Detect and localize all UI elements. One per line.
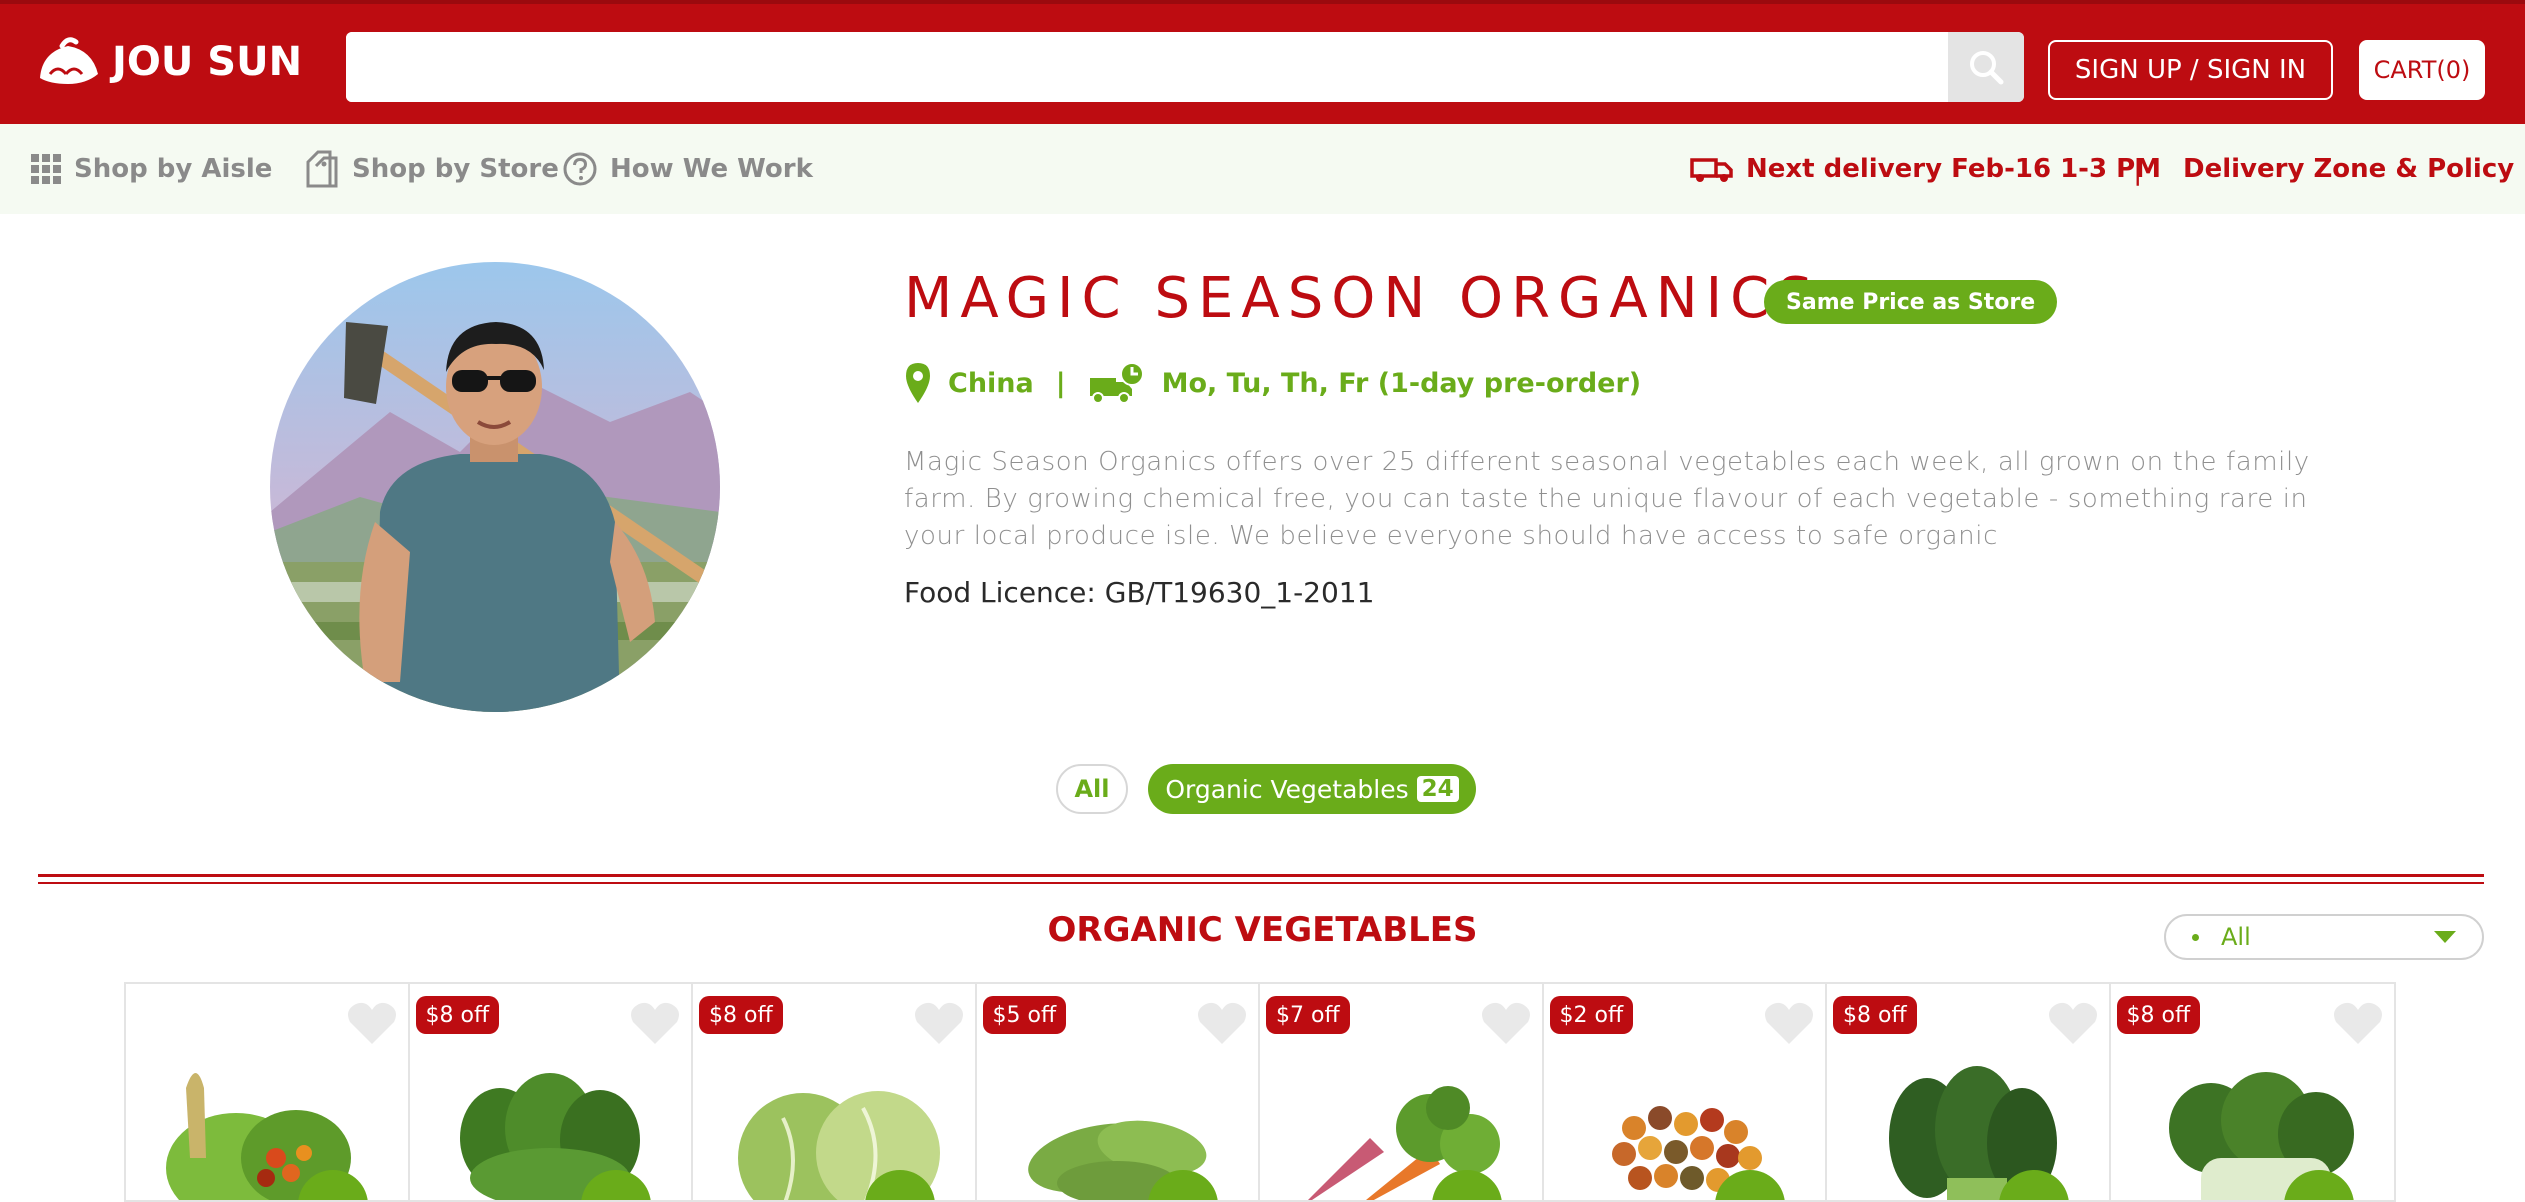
discount-badge: $8 off xyxy=(415,996,500,1034)
product-grid: $8 off $8 off $5 off $7 off $2 off $8 of… xyxy=(124,982,2396,1202)
heart-icon[interactable] xyxy=(2047,1000,2099,1046)
search-input[interactable] xyxy=(346,32,1950,102)
discount-badge: $8 off xyxy=(1833,996,1917,1034)
store-title: MAGIC SEASON ORGANICS xyxy=(904,266,1821,331)
store-location: China xyxy=(948,367,1034,399)
delivery-zone-link[interactable]: Delivery Zone & Policy xyxy=(2183,124,2514,214)
heart-icon[interactable] xyxy=(913,1000,965,1046)
delivery-truck-icon xyxy=(1690,158,1733,182)
sign-in-button[interactable]: SIGN UP / SIGN IN xyxy=(2048,40,2333,100)
top-header: JOU SUN SIGN UP / SIGN IN CART(0) xyxy=(0,0,2525,124)
nav-label: Shop by Store xyxy=(352,154,559,184)
product-card[interactable]: $5 off xyxy=(976,984,1260,1200)
sort-value: All xyxy=(2221,923,2251,951)
cart-button[interactable]: CART(0) xyxy=(2359,40,2485,100)
next-delivery-info: Next delivery Feb-16 1-3 PM xyxy=(1690,124,2161,214)
meta-separator: | xyxy=(1055,367,1066,399)
nav-shop-by-store[interactable]: Shop by Store xyxy=(304,124,559,214)
chip-count-badge: 24 xyxy=(1416,776,1459,802)
farmer-portrait-image xyxy=(270,262,720,712)
heart-icon[interactable] xyxy=(1196,1000,1248,1046)
discount-badge: $5 off xyxy=(982,996,1067,1034)
dumpling-logo-icon xyxy=(40,37,98,84)
same-price-badge: Same Price as Store xyxy=(1764,280,2058,324)
sort-dropdown[interactable]: All xyxy=(2164,914,2484,960)
grid-icon xyxy=(31,154,61,184)
product-card[interactable]: $8 off xyxy=(2110,984,2394,1200)
section-divider xyxy=(38,882,2484,884)
food-licence: Food Licence: GB/T19630_1-2011 xyxy=(904,576,1375,609)
heart-icon[interactable] xyxy=(1480,1000,1532,1046)
store-meta: China | Mo, Tu, Th, Fr (1-day pre-order) xyxy=(904,356,1641,410)
product-card[interactable]: $8 off xyxy=(1827,984,2111,1200)
brand-name: JOU SUN xyxy=(112,39,303,85)
product-card[interactable] xyxy=(126,984,410,1200)
delivery-text: Next delivery Feb-16 1-3 PM xyxy=(1746,154,2162,184)
nav-shop-by-aisle[interactable]: Shop by Aisle xyxy=(30,124,272,214)
discount-badge: $8 off xyxy=(699,996,783,1034)
product-card[interactable]: $8 off xyxy=(693,984,977,1200)
nav-separator: | xyxy=(2133,152,2143,186)
filter-organic-vegetables-chip[interactable]: Organic Vegetables 24 xyxy=(1148,764,1476,814)
heart-icon[interactable] xyxy=(629,1000,681,1046)
search-bar xyxy=(346,32,2024,102)
product-card[interactable]: $8 off xyxy=(409,984,693,1200)
product-card[interactable]: $2 off xyxy=(1543,984,1827,1200)
store-owner-photo xyxy=(270,262,720,712)
heart-icon[interactable] xyxy=(1763,1000,1815,1046)
brand-logo[interactable]: JOU SUN xyxy=(36,34,302,90)
search-button[interactable] xyxy=(1948,32,2024,102)
location-pin-icon xyxy=(906,363,930,403)
chip-label: Organic Vegetables xyxy=(1165,774,1409,804)
nav-label: Shop by Aisle xyxy=(74,154,273,184)
bullet-icon xyxy=(2192,933,2199,941)
delivery-schedule: Mo, Tu, Th, Fr (1-day pre-order) xyxy=(1161,367,1642,399)
nav-label: How We Work xyxy=(610,154,813,184)
store-description: Magic Season Organics offers over 25 dif… xyxy=(904,447,2310,551)
product-card[interactable]: $7 off xyxy=(1260,984,1544,1200)
chevron-down-icon xyxy=(2434,931,2456,943)
discount-badge: $7 off xyxy=(1266,996,1350,1034)
heart-icon[interactable] xyxy=(2332,1000,2384,1046)
discount-badge: $8 off xyxy=(2116,996,2201,1034)
question-circle-icon xyxy=(563,152,597,186)
store-tags-icon xyxy=(306,150,338,188)
heart-icon[interactable] xyxy=(346,1000,398,1046)
filter-all-chip[interactable]: All xyxy=(1056,764,1128,814)
truck-clock-icon xyxy=(1089,362,1144,404)
section-title: ORGANIC VEGETABLES xyxy=(1047,910,1478,950)
sub-navigation: Shop by Aisle Shop by Store How We Work … xyxy=(0,124,2525,214)
section-divider xyxy=(38,874,2484,877)
nav-how-we-work[interactable]: How We Work xyxy=(562,124,813,214)
discount-badge: $2 off xyxy=(1549,996,1634,1034)
search-icon xyxy=(1970,51,2004,85)
